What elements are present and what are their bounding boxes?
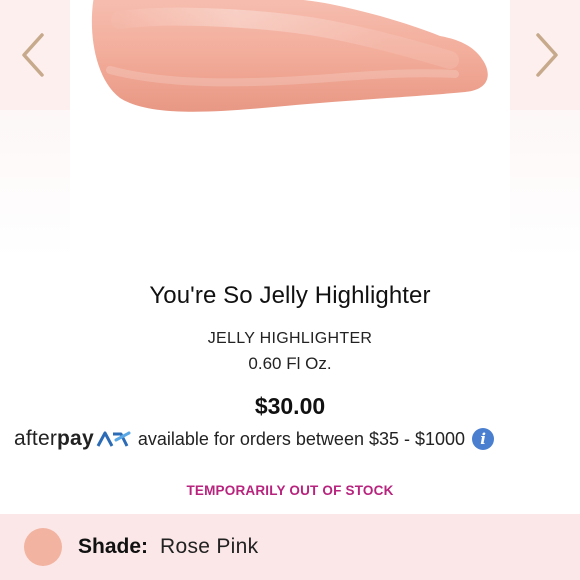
afterpay-logo-light: after	[14, 427, 58, 450]
afterpay-logo: after pay	[14, 427, 132, 451]
gallery-right-panel	[510, 0, 580, 258]
product-size: 0.60 Fl Oz.	[248, 354, 332, 373]
shade-swatch[interactable]	[24, 528, 62, 566]
afterpay-message: available for orders between $35 - $1000	[137, 428, 466, 449]
chevron-left-icon[interactable]	[14, 30, 54, 80]
info-icon[interactable]: i	[472, 428, 495, 450]
product-price: $30.00	[254, 393, 326, 419]
product-title: You're So Jelly Highlighter	[149, 282, 431, 309]
product-image-gallery	[0, 0, 580, 258]
chevron-right-icon[interactable]	[526, 30, 566, 80]
shade-value: Rose Pink	[160, 535, 259, 558]
product-type: JELLY HIGHLIGHTER	[207, 330, 373, 347]
stock-status: TEMPORARILY OUT OF STOCK	[186, 483, 394, 498]
afterpay-banner: after pay available for orders between $3…	[14, 426, 495, 452]
product-swatch-image	[91, 0, 488, 112]
shade-label: Shade:	[78, 535, 149, 558]
afterpay-logo-bold: pay	[57, 427, 94, 450]
shade-selector[interactable]: Shade: Rose Pink	[0, 514, 580, 580]
afterpay-arrows-icon	[96, 431, 131, 447]
gallery-left-panel	[0, 0, 70, 258]
